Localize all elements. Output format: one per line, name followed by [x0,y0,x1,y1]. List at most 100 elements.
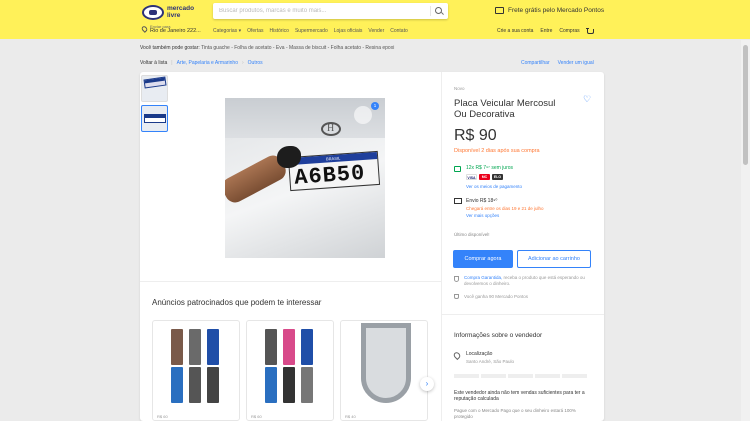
back-to-list-link[interactable]: Voltar à lista [140,60,167,66]
protection-link[interactable]: Compra Garantida, [464,275,502,280]
login-link[interactable]: Entre [540,28,552,34]
plate-image [283,367,295,403]
thumbnail-2[interactable] [141,105,168,132]
seller-note: Pague com o Mercado Pago que o seu dinhe… [454,408,576,419]
trophy-icon [454,294,459,299]
car-emblem-image [321,122,341,136]
search-divider [430,6,431,16]
plate-image [301,329,313,365]
buy-now-button[interactable]: Comprar agora [453,250,513,268]
user-nav: Crie a sua conta Entre Compras [497,27,594,34]
shield-icon [454,276,459,282]
plate-image [265,329,277,365]
zoom-icon[interactable] [354,106,372,124]
plate-thumbnail-image [143,76,167,89]
purchase-protection: Compra Garantida, receba o produto que e… [464,275,589,287]
seller-reputation-message: Este vendedor ainda não tem vendas sufic… [454,390,585,402]
share-links: Compartilhar Vender um igual [521,60,594,66]
seller-heading: Informações sobre o vendedor [454,332,543,339]
column-divider [441,72,442,421]
breadcrumb-item-category[interactable]: Arte, Papelaria e Armarinho [177,60,238,66]
breadcrumb-chevron-icon: › [241,60,244,66]
main-nav: Categorias ▾ Ofertas Histórico Supermerc… [213,28,408,34]
handshake-icon [142,5,164,20]
ad-image [257,327,325,405]
promo-banner[interactable]: Frete grátis pelo Mercado Pontos [495,7,604,14]
header: mercado livre Frete grátis pelo Mercado … [0,0,750,39]
credit-card-icon [454,166,461,172]
ad-price: R$ 60 [157,414,168,419]
product-main-image[interactable]: BRASIL A6B50 1 [225,98,385,258]
nav-history[interactable]: Histórico [270,28,289,34]
mercado-livre-logo[interactable]: mercado livre [142,4,206,21]
location-city: Rio de Janeiro 222... [150,28,201,34]
license-plate-image: BRASIL A6B50 [287,150,381,192]
plate-image [189,367,201,403]
breadcrumb-item-sub[interactable]: Outros [248,60,263,66]
search-box[interactable] [213,3,448,19]
plate-image [189,329,201,365]
plate-image [283,329,295,365]
scrollbar-thumb[interactable] [743,45,748,165]
sponsored-ads-title: Anúncios patrocinados que podem te inter… [152,298,322,307]
product-price: R$ 90 [454,127,497,144]
create-account-link[interactable]: Crie a sua conta [497,28,533,34]
sell-same-link[interactable]: Vender um igual [558,60,594,66]
plate-text: A6B50 [293,160,367,191]
location-selector[interactable]: Enviar para Rio de Janeiro 222... [140,24,201,34]
payment-methods-link[interactable]: Ver os meios de pagamento [466,184,522,189]
condition-label: Novo [454,86,465,91]
add-to-cart-button[interactable]: Adicionar ao carrinho [517,250,591,268]
purchases-link[interactable]: Compras [559,28,579,34]
visa-icon: VISA [466,174,477,180]
chevron-right-icon[interactable]: › [420,377,434,391]
plate-image [171,367,183,403]
thumbnail-1[interactable] [141,75,168,102]
shield-emblem-image [361,323,411,403]
related-searches: Você também pode gostar: Tinta guache - … [140,45,394,51]
section-divider [140,281,441,282]
mastercard-icon: MC [479,174,490,180]
points-text: Você ganha 90 Mercado Pontos [464,294,529,299]
seller-divider [442,314,604,315]
heart-icon[interactable]: ♡ [583,95,591,104]
share-link[interactable]: Compartilhar [521,60,550,66]
elo-icon: ELO [492,174,503,180]
ad-card[interactable]: R$ 40 [340,320,428,421]
reputation-bar [454,374,587,378]
ad-price: R$ 60 [251,414,262,419]
ad-price: R$ 40 [345,414,356,419]
ad-card[interactable]: R$ 60 [152,320,240,421]
shipping-text: Envio R$ 18⁹⁰ [466,198,498,204]
ad-card[interactable]: R$ 60 [246,320,334,421]
shipping-date: Chegará entre os dias 19 e 21 de julho [466,206,544,211]
plate-thumbnail-image [144,114,166,123]
plate-image [301,367,313,403]
seller-location-label: Localização [466,351,493,357]
product-card: BRASIL A6B50 1 Novo Placa Veicular Merco… [140,72,604,421]
shipping-options-link[interactable]: Ver mais opções [466,213,499,218]
availability-text: Disponível 2 dias após sua compra [454,148,540,154]
nav-categories[interactable]: Categorias ▾ [213,28,241,34]
breadcrumb: Voltar à lista | Arte, Papelaria e Armar… [140,60,263,66]
related-items[interactable]: Tinta guache - Folha de acetato - Eva - … [201,45,394,51]
location-pin-icon [140,25,149,33]
nav-sell[interactable]: Vender [368,28,384,34]
promo-text: Frete grátis pelo Mercado Pontos [508,7,605,14]
nav-contact[interactable]: Contato [390,28,408,34]
nav-offers[interactable]: Ofertas [247,28,263,34]
plate-image [171,329,183,365]
plate-image [207,329,219,365]
cart-icon[interactable] [585,27,594,34]
logo-text-line2: livre [167,11,181,19]
search-input[interactable] [213,3,423,19]
payment-cards: VISA MC ELO [466,174,503,180]
search-icon[interactable] [435,7,442,14]
related-label: Você também pode gostar: [140,45,200,51]
ad-image [163,327,231,405]
breadcrumb-separator: | [171,60,173,66]
nav-official-stores[interactable]: Lojas oficiais [334,28,363,34]
image-count-badge: 1 [371,102,379,110]
nav-supermarket[interactable]: Supermercado [295,28,328,34]
gloved-hand-image [277,146,301,168]
